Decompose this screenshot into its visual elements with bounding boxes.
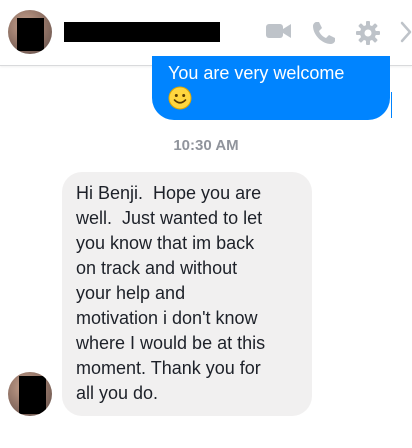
avatar-redaction <box>17 18 44 51</box>
message-timestamp: 10:30 AM <box>173 137 239 154</box>
sent-message-text: You are very welcome <box>168 63 345 83</box>
sent-message-bubble[interactable]: You are very welcome <box>152 56 390 120</box>
video-camera-icon[interactable] <box>265 20 293 42</box>
contact-avatar[interactable] <box>8 10 52 54</box>
read-receipt-marker <box>391 92 392 118</box>
received-message-line: motivation i don't know <box>76 308 258 328</box>
chevron-right-icon[interactable] <box>400 20 412 44</box>
received-message-line: on track and without <box>76 258 238 278</box>
received-message-line: all you do. <box>76 383 159 403</box>
smiley-face-emoji <box>168 86 192 110</box>
avatar-redaction <box>19 376 46 414</box>
received-message-line: Hi Benji. Hope you are <box>76 183 262 203</box>
received-message-line: moment. Thank you for <box>76 358 261 378</box>
phone-icon[interactable] <box>311 20 337 46</box>
received-message-line: you know that im back <box>76 233 255 253</box>
received-message-bubble[interactable]: Hi Benji. Hope you are well. Just wanted… <box>62 172 312 416</box>
gear-icon[interactable] <box>355 20 381 46</box>
contact-name-redacted[interactable] <box>64 22 220 42</box>
received-message-line: where I would be at this <box>76 333 266 353</box>
received-message-line: your help and <box>76 283 186 303</box>
sender-avatar[interactable] <box>8 372 52 416</box>
received-message-line: well. Just wanted to let <box>76 208 263 228</box>
